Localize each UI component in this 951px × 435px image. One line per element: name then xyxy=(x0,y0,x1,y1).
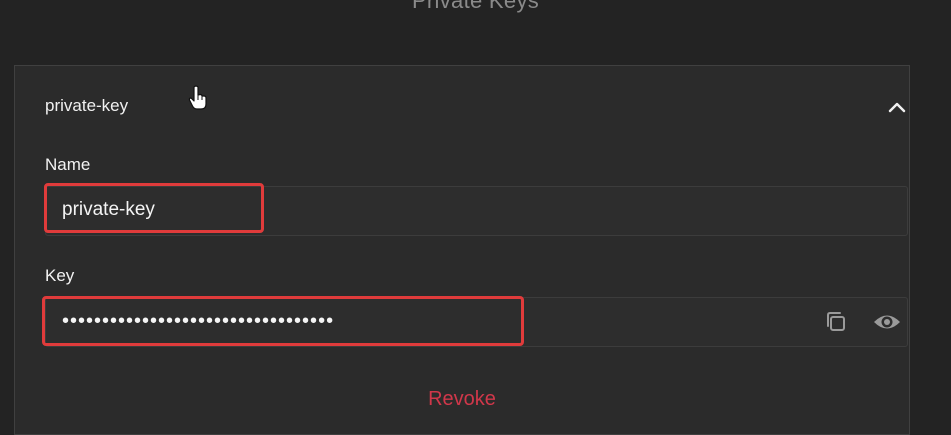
card-header[interactable]: private-key xyxy=(15,66,909,146)
chevron-up-icon[interactable] xyxy=(885,96,909,120)
private-key-card: private-key Name private-key Key •••••••… xyxy=(14,65,910,435)
eye-icon[interactable] xyxy=(872,308,900,336)
key-input-value: •••••••••••••••••••••••••••••••••• xyxy=(62,310,335,332)
name-label: Name xyxy=(45,155,91,174)
revoke-button[interactable]: Revoke xyxy=(15,388,909,411)
key-input[interactable]: •••••••••••••••••••••••••••••••••• xyxy=(45,297,908,347)
key-label: Key xyxy=(45,266,75,285)
name-input[interactable]: private-key xyxy=(45,186,908,236)
card-title: private-key xyxy=(45,96,129,115)
hand-cursor-icon xyxy=(188,85,208,111)
copy-icon[interactable] xyxy=(822,308,850,336)
page-title: Private Keys xyxy=(411,0,540,13)
name-input-value: private-key xyxy=(62,199,155,220)
